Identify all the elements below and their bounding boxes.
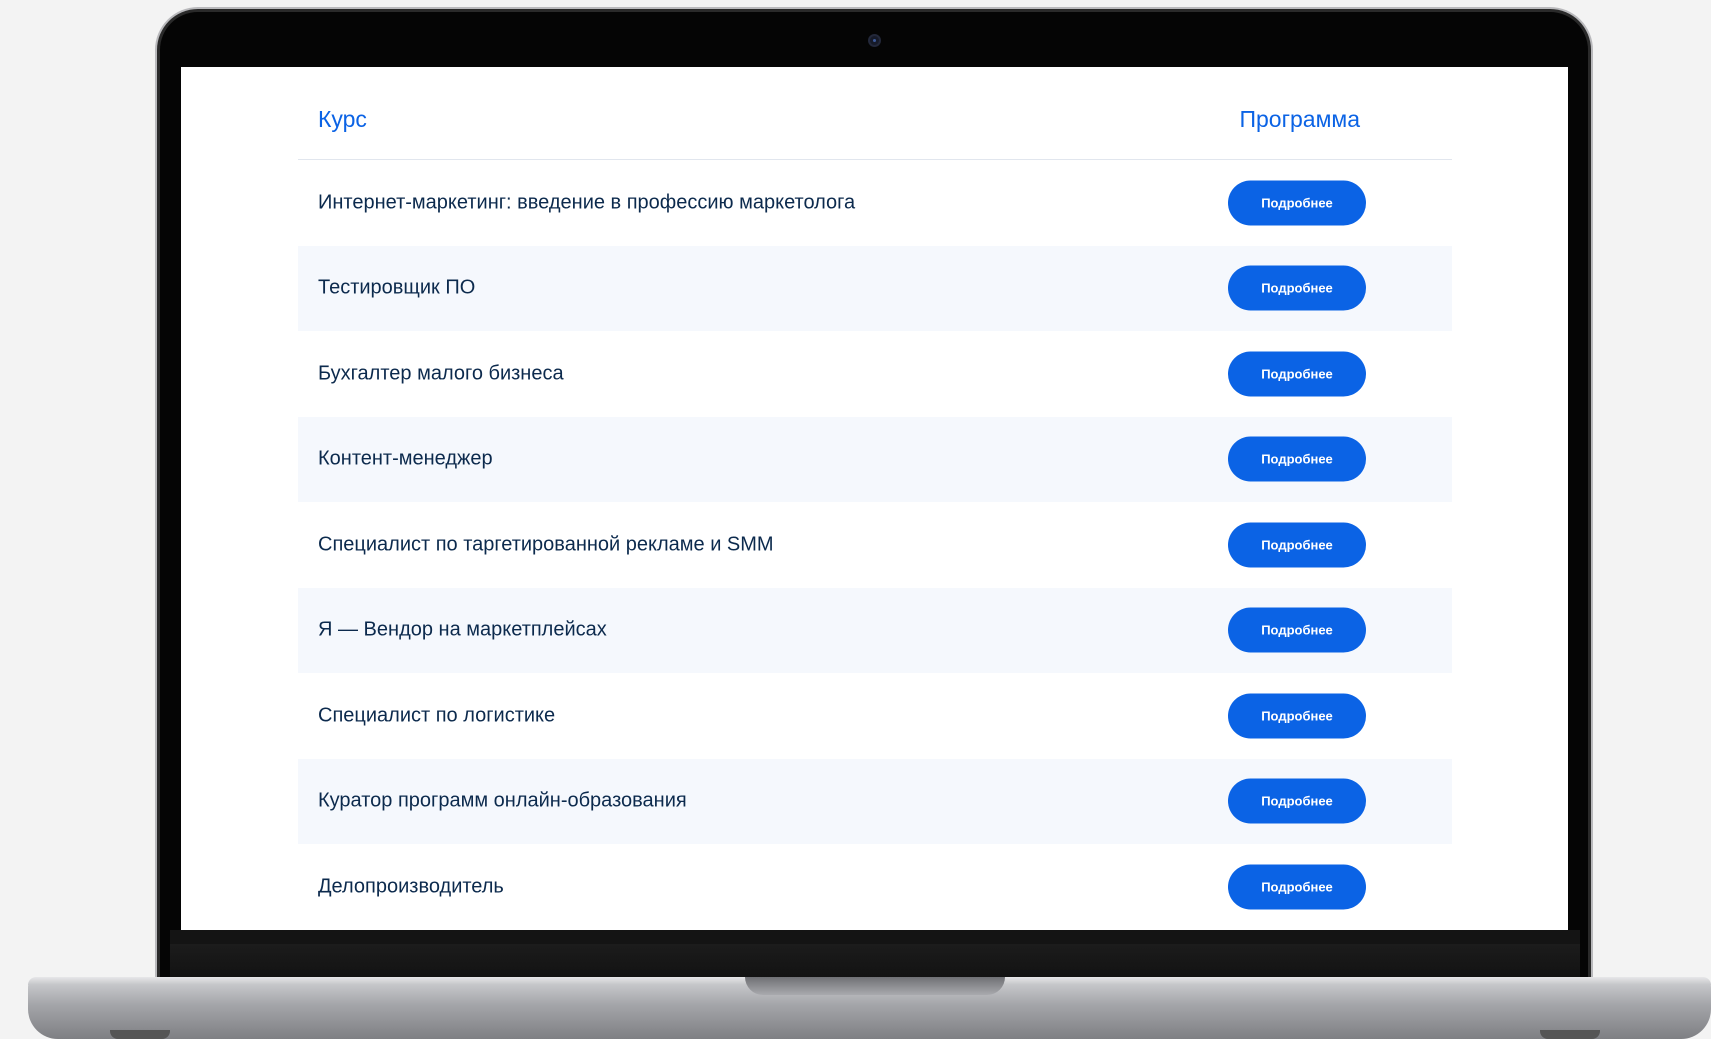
details-button[interactable]: Подробнее [1228, 778, 1366, 824]
table-row: Специалист по логистике Подробнее [298, 673, 1452, 759]
laptop-screen: Курс Программа Интернет-маркетинг: введе… [181, 67, 1568, 930]
table-row: Я — Вендор на маркетплейсах Подробнее [298, 587, 1452, 673]
camera-icon [868, 34, 881, 47]
details-button[interactable]: Подробнее [1228, 522, 1366, 568]
course-title: Я — Вендор на маркетплейсах [318, 618, 607, 641]
course-title: Делопроизводитель [318, 875, 504, 898]
course-title: Тестировщик ПО [318, 276, 476, 299]
details-button[interactable]: Подробнее [1228, 864, 1366, 910]
table-row: Бухгалтер малого бизнеса Подробнее [298, 331, 1452, 417]
laptop-foot-right [1540, 1030, 1600, 1039]
details-button[interactable]: Подробнее [1228, 180, 1366, 226]
course-title: Специалист по таргетированной рекламе и … [318, 533, 774, 556]
table-row: Куратор программ онлайн-образования Подр… [298, 758, 1452, 844]
screen-bezel [170, 930, 1580, 982]
course-title: Куратор программ онлайн-образования [318, 789, 687, 812]
table-header: Курс Программа [298, 67, 1452, 160]
course-title: Бухгалтер малого бизнеса [318, 362, 564, 385]
details-button[interactable]: Подробнее [1228, 693, 1366, 739]
laptop-notch [745, 977, 1005, 995]
course-title: Контент-менеджер [318, 447, 493, 470]
table-row: Тестировщик ПО Подробнее [298, 245, 1452, 331]
table-row: Интернет-маркетинг: введение в профессию… [298, 160, 1452, 246]
details-button[interactable]: Подробнее [1228, 436, 1366, 482]
header-course: Курс [318, 106, 367, 132]
course-title: Специалист по логистике [318, 704, 556, 727]
details-button[interactable]: Подробнее [1228, 607, 1366, 653]
table-row: Контент-менеджер Подробнее [298, 416, 1452, 502]
table-row: Делопроизводитель Подробнее [298, 844, 1452, 930]
laptop-foot-left [110, 1030, 170, 1039]
course-table: Курс Программа Интернет-маркетинг: введе… [298, 67, 1452, 930]
details-button[interactable]: Подробнее [1228, 265, 1366, 311]
header-program: Программа [1239, 106, 1360, 132]
table-row: Специалист по таргетированной рекламе и … [298, 502, 1452, 588]
course-title: Интернет-маркетинг: введение в профессию… [318, 191, 856, 214]
details-button[interactable]: Подробнее [1228, 351, 1366, 397]
